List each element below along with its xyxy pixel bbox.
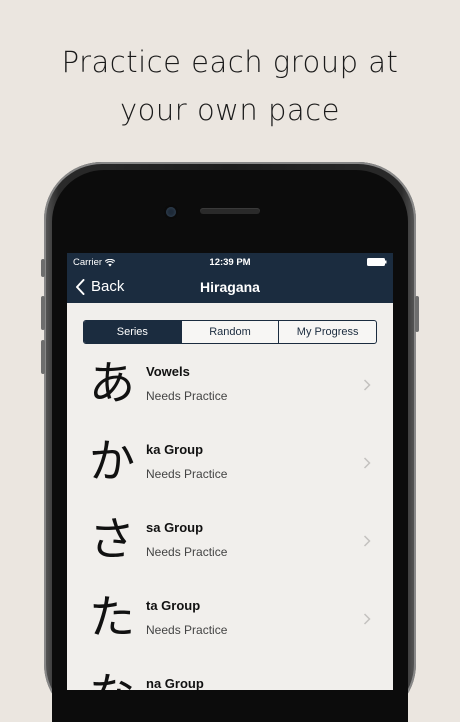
group-status: Needs Practice — [146, 467, 228, 481]
kana-glyph: さ — [89, 512, 135, 566]
group-status: Needs Practice — [146, 623, 228, 637]
list-item[interactable]: な na Group — [67, 661, 393, 690]
group-name: na Group — [146, 676, 204, 690]
earpiece-speaker — [200, 208, 260, 214]
group-list: あ Vowels Needs Practice か ka Group Needs… — [67, 349, 393, 690]
kana-glyph: た — [89, 590, 135, 644]
list-item[interactable]: か ka Group Needs Practice — [67, 427, 393, 505]
tab-series[interactable]: Series — [84, 321, 181, 343]
group-name: Vowels — [146, 364, 190, 379]
headline-line-1: Practice each group at — [61, 45, 399, 79]
kana-glyph: あ — [89, 356, 135, 410]
kana-glyph: な — [87, 669, 137, 690]
group-name: ka Group — [146, 442, 204, 457]
tab-my-progress[interactable]: My Progress — [278, 321, 376, 343]
volume-up-button — [41, 296, 45, 330]
group-name: sa Group — [146, 520, 204, 535]
list-item[interactable]: た ta Group Needs Practice — [67, 583, 393, 661]
tab-random[interactable]: Random — [180, 321, 279, 343]
group-name: ta Group — [146, 598, 201, 613]
status-time: 12:39 PM — [209, 257, 251, 268]
group-status: Needs Practice — [146, 545, 228, 559]
list-item[interactable]: あ Vowels Needs Practice — [67, 349, 393, 427]
mode-segmented-control: Series Random My Progress — [83, 320, 377, 344]
volume-down-button — [41, 340, 45, 374]
chevron-right-icon — [363, 535, 371, 547]
status-bar: Carrier 12:39 PM — [67, 257, 393, 271]
headline-line-2: your own pace — [120, 93, 340, 127]
chevron-right-icon — [363, 457, 371, 469]
battery-icon — [367, 258, 387, 266]
chevron-right-icon — [363, 379, 371, 391]
list-item[interactable]: さ sa Group Needs Practice — [67, 505, 393, 583]
navigation-bar: Carrier 12:39 PM Back Hiragana — [67, 253, 393, 303]
group-status: Needs Practice — [146, 389, 228, 403]
headline: Practice each group at your own pace — [0, 38, 460, 134]
kana-glyph: か — [89, 434, 135, 488]
front-camera — [166, 207, 176, 217]
screen-title: Hiragana — [200, 279, 260, 295]
app-screen: Carrier 12:39 PM Back Hiragana Series Ra… — [67, 253, 393, 690]
chevron-right-icon — [363, 613, 371, 625]
mute-switch — [41, 259, 45, 277]
power-button — [415, 296, 419, 332]
